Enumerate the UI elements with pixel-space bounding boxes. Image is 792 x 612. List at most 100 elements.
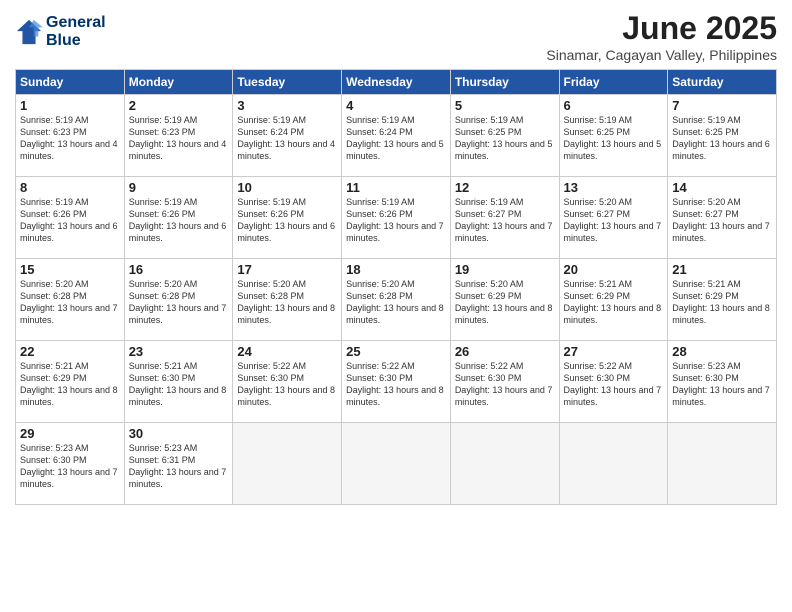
day-number: 22 (20, 344, 120, 359)
day-info: Sunrise: 5:19 AMSunset: 6:23 PMDaylight:… (129, 114, 229, 163)
day-info: Sunrise: 5:21 AMSunset: 6:29 PMDaylight:… (672, 278, 772, 327)
header-thursday: Thursday (450, 70, 559, 95)
day-number: 5 (455, 98, 555, 113)
day-info: Sunrise: 5:21 AMSunset: 6:29 PMDaylight:… (20, 360, 120, 409)
day-number: 6 (564, 98, 664, 113)
header-monday: Monday (124, 70, 233, 95)
day-number: 10 (237, 180, 337, 195)
day-info: Sunrise: 5:20 AMSunset: 6:29 PMDaylight:… (455, 278, 555, 327)
day-number: 14 (672, 180, 772, 195)
week-row-3: 15Sunrise: 5:20 AMSunset: 6:28 PMDayligh… (16, 259, 777, 341)
day-number: 2 (129, 98, 229, 113)
day-info: Sunrise: 5:19 AMSunset: 6:26 PMDaylight:… (129, 196, 229, 245)
day-number: 13 (564, 180, 664, 195)
calendar-header-row: SundayMondayTuesdayWednesdayThursdayFrid… (16, 70, 777, 95)
calendar-cell: 19Sunrise: 5:20 AMSunset: 6:29 PMDayligh… (450, 259, 559, 341)
day-info: Sunrise: 5:20 AMSunset: 6:28 PMDaylight:… (346, 278, 446, 327)
calendar-cell: 10Sunrise: 5:19 AMSunset: 6:26 PMDayligh… (233, 177, 342, 259)
calendar-cell: 30Sunrise: 5:23 AMSunset: 6:31 PMDayligh… (124, 423, 233, 505)
day-number: 7 (672, 98, 772, 113)
calendar-cell (450, 423, 559, 505)
day-number: 11 (346, 180, 446, 195)
day-number: 17 (237, 262, 337, 277)
day-info: Sunrise: 5:20 AMSunset: 6:27 PMDaylight:… (564, 196, 664, 245)
day-info: Sunrise: 5:19 AMSunset: 6:26 PMDaylight:… (20, 196, 120, 245)
day-number: 1 (20, 98, 120, 113)
day-number: 30 (129, 426, 229, 441)
day-info: Sunrise: 5:21 AMSunset: 6:30 PMDaylight:… (129, 360, 229, 409)
header-wednesday: Wednesday (342, 70, 451, 95)
calendar-cell: 3Sunrise: 5:19 AMSunset: 6:24 PMDaylight… (233, 95, 342, 177)
day-info: Sunrise: 5:19 AMSunset: 6:24 PMDaylight:… (346, 114, 446, 163)
calendar-cell: 6Sunrise: 5:19 AMSunset: 6:25 PMDaylight… (559, 95, 668, 177)
week-row-2: 8Sunrise: 5:19 AMSunset: 6:26 PMDaylight… (16, 177, 777, 259)
day-number: 12 (455, 180, 555, 195)
calendar-cell: 13Sunrise: 5:20 AMSunset: 6:27 PMDayligh… (559, 177, 668, 259)
week-row-5: 29Sunrise: 5:23 AMSunset: 6:30 PMDayligh… (16, 423, 777, 505)
header-tuesday: Tuesday (233, 70, 342, 95)
calendar-cell: 8Sunrise: 5:19 AMSunset: 6:26 PMDaylight… (16, 177, 125, 259)
day-number: 20 (564, 262, 664, 277)
day-info: Sunrise: 5:19 AMSunset: 6:26 PMDaylight:… (237, 196, 337, 245)
calendar-cell: 7Sunrise: 5:19 AMSunset: 6:25 PMDaylight… (668, 95, 777, 177)
day-number: 27 (564, 344, 664, 359)
calendar-cell (668, 423, 777, 505)
day-number: 8 (20, 180, 120, 195)
week-row-4: 22Sunrise: 5:21 AMSunset: 6:29 PMDayligh… (16, 341, 777, 423)
calendar-cell: 17Sunrise: 5:20 AMSunset: 6:28 PMDayligh… (233, 259, 342, 341)
day-number: 29 (20, 426, 120, 441)
logo: General Blue (15, 14, 106, 49)
title-area: June 2025 Sinamar, Cagayan Valley, Phili… (546, 10, 777, 63)
calendar-cell: 4Sunrise: 5:19 AMSunset: 6:24 PMDaylight… (342, 95, 451, 177)
day-number: 3 (237, 98, 337, 113)
week-row-1: 1 Sunrise: 5:19 AMSunset: 6:23 PMDaylight… (16, 95, 777, 177)
header-friday: Friday (559, 70, 668, 95)
day-number: 15 (20, 262, 120, 277)
day-number: 24 (237, 344, 337, 359)
day-info: Sunrise: 5:19 AMSunset: 6:24 PMDaylight:… (237, 114, 337, 163)
calendar-cell: 9Sunrise: 5:19 AMSunset: 6:26 PMDaylight… (124, 177, 233, 259)
day-info: Sunrise: 5:22 AMSunset: 6:30 PMDaylight:… (455, 360, 555, 409)
calendar-cell: 29Sunrise: 5:23 AMSunset: 6:30 PMDayligh… (16, 423, 125, 505)
calendar-cell: 5Sunrise: 5:19 AMSunset: 6:25 PMDaylight… (450, 95, 559, 177)
day-number: 18 (346, 262, 446, 277)
calendar-cell: 15Sunrise: 5:20 AMSunset: 6:28 PMDayligh… (16, 259, 125, 341)
calendar-cell: 21Sunrise: 5:21 AMSunset: 6:29 PMDayligh… (668, 259, 777, 341)
calendar-cell: 26Sunrise: 5:22 AMSunset: 6:30 PMDayligh… (450, 341, 559, 423)
calendar-cell: 22Sunrise: 5:21 AMSunset: 6:29 PMDayligh… (16, 341, 125, 423)
day-number: 4 (346, 98, 446, 113)
calendar-cell: 23Sunrise: 5:21 AMSunset: 6:30 PMDayligh… (124, 341, 233, 423)
calendar-cell (559, 423, 668, 505)
header: General Blue June 2025 Sinamar, Cagayan … (15, 10, 777, 63)
day-number: 26 (455, 344, 555, 359)
logo-text: General Blue (46, 14, 106, 49)
calendar-cell (233, 423, 342, 505)
day-info: Sunrise: 5:19 AMSunset: 6:25 PMDaylight:… (672, 114, 772, 163)
day-info: Sunrise: 5:19 AMSunset: 6:25 PMDaylight:… (455, 114, 555, 163)
day-info: Sunrise: 5:19 AMSunset: 6:26 PMDaylight:… (346, 196, 446, 245)
day-number: 9 (129, 180, 229, 195)
calendar-cell (342, 423, 451, 505)
calendar-cell: 1Sunrise: 5:19 AMSunset: 6:23 PMDaylight… (16, 95, 125, 177)
day-number: 21 (672, 262, 772, 277)
day-info: Sunrise: 5:21 AMSunset: 6:29 PMDaylight:… (564, 278, 664, 327)
calendar-cell: 16Sunrise: 5:20 AMSunset: 6:28 PMDayligh… (124, 259, 233, 341)
header-saturday: Saturday (668, 70, 777, 95)
day-info: Sunrise: 5:20 AMSunset: 6:27 PMDaylight:… (672, 196, 772, 245)
logo-icon (15, 18, 43, 46)
day-info: Sunrise: 5:22 AMSunset: 6:30 PMDaylight:… (346, 360, 446, 409)
calendar-cell: 12Sunrise: 5:19 AMSunset: 6:27 PMDayligh… (450, 177, 559, 259)
subtitle: Sinamar, Cagayan Valley, Philippines (546, 47, 777, 63)
calendar-cell: 18Sunrise: 5:20 AMSunset: 6:28 PMDayligh… (342, 259, 451, 341)
day-info: Sunrise: 5:19 AMSunset: 6:25 PMDaylight:… (564, 114, 664, 163)
day-number: 19 (455, 262, 555, 277)
day-info: Sunrise: 5:20 AMSunset: 6:28 PMDaylight:… (20, 278, 120, 327)
calendar-cell: 28Sunrise: 5:23 AMSunset: 6:30 PMDayligh… (668, 341, 777, 423)
header-sunday: Sunday (16, 70, 125, 95)
day-info: Sunrise: 5:23 AMSunset: 6:30 PMDaylight:… (672, 360, 772, 409)
calendar-cell: 2Sunrise: 5:19 AMSunset: 6:23 PMDaylight… (124, 95, 233, 177)
day-number: 16 (129, 262, 229, 277)
calendar-cell: 24Sunrise: 5:22 AMSunset: 6:30 PMDayligh… (233, 341, 342, 423)
page: General Blue June 2025 Sinamar, Cagayan … (0, 0, 792, 612)
day-number: 25 (346, 344, 446, 359)
